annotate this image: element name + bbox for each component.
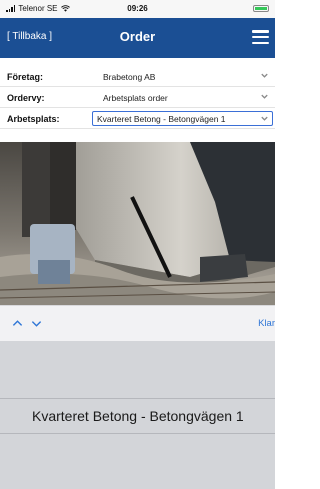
company-row[interactable]: Företag: Brabetong AB (0, 66, 275, 87)
chevron-down-icon[interactable] (31, 318, 42, 329)
chevron-down-icon (261, 94, 268, 99)
order-form: Företag: Brabetong AB Ordervy: Arbetspla… (0, 58, 275, 142)
selection-indicator-top (0, 398, 275, 399)
order-view-row[interactable]: Ordervy: Arbetsplats order (0, 87, 275, 108)
hamburger-menu-icon[interactable] (252, 30, 269, 44)
company-label: Företag: (7, 72, 43, 82)
selection-indicator-bottom (0, 433, 275, 434)
workplace-select[interactable]: Kvarteret Betong - Betongvägen 1 (92, 111, 273, 126)
status-bar: Telenor SE 09:26 (0, 0, 275, 18)
construction-image (0, 142, 275, 305)
picker-wheel[interactable]: Kvarteret Betong - Betongvägen 1 (0, 341, 275, 489)
order-view-select[interactable]: Arbetsplats order (103, 93, 168, 103)
page-title: Order (119, 29, 156, 44)
battery-level (255, 7, 267, 10)
workplace-value: Kvarteret Betong - Betongvägen 1 (97, 114, 226, 124)
picker-toolbar: Klar (0, 305, 275, 341)
clock: 09:26 (127, 4, 148, 13)
chevron-up-icon[interactable] (12, 318, 23, 329)
company-select[interactable]: Brabetong AB (103, 72, 155, 82)
chevron-down-icon (261, 73, 268, 78)
workplace-label: Arbetsplats: (7, 114, 60, 124)
done-button[interactable]: Klar (258, 318, 275, 329)
picker-option[interactable]: Kvarteret Betong - Betongvägen 1 (32, 408, 244, 424)
battery-icon (253, 5, 269, 12)
workplace-row[interactable]: Arbetsplats: Kvarteret Betong - Betongvä… (0, 108, 275, 129)
chevron-down-icon (261, 116, 268, 121)
concrete-pouring-photo (0, 142, 275, 305)
order-view-label: Ordervy: (7, 93, 45, 103)
navigation-bar: [ Tillbaka ] Order (0, 18, 275, 58)
